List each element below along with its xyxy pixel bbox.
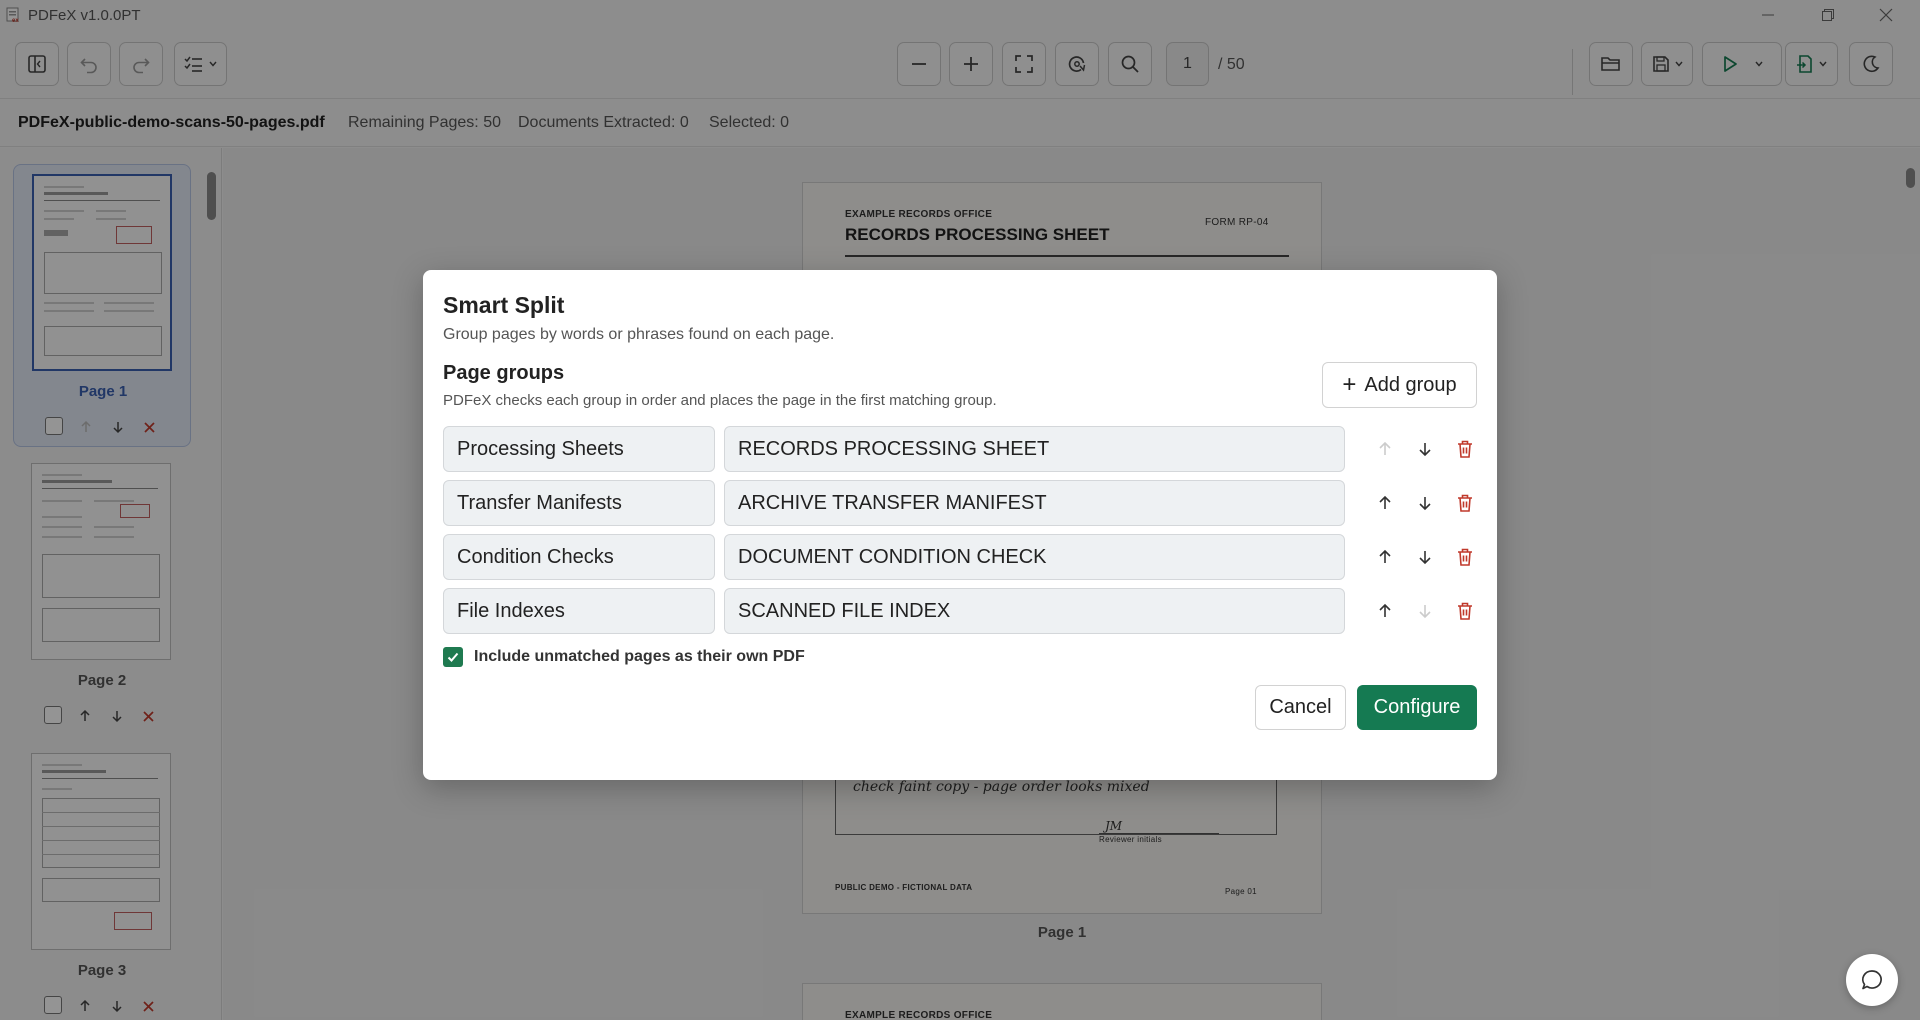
- add-group-label: Add group: [1364, 373, 1457, 396]
- trash-icon: [1458, 494, 1472, 512]
- arrow-up-icon: [1379, 441, 1391, 455]
- page-groups-heading: Page groups: [443, 362, 565, 384]
- arrow-down-icon: [1419, 443, 1431, 457]
- delete-group-button[interactable]: [1453, 437, 1477, 461]
- arrow-down-icon: [1419, 605, 1431, 619]
- include-unmatched-option[interactable]: Include unmatched pages as their own PDF: [443, 647, 805, 667]
- move-group-down-button[interactable]: [1413, 437, 1437, 461]
- chat-bubble-icon: [1861, 970, 1882, 990]
- plus-icon: +: [1342, 371, 1357, 398]
- include-unmatched-checkbox[interactable]: [443, 647, 463, 667]
- page-groups-description: PDFeX checks each group in order and pla…: [443, 392, 997, 409]
- arrow-up-icon: [1379, 495, 1391, 509]
- group-name-input[interactable]: Condition Checks: [443, 534, 715, 580]
- group-phrase-input[interactable]: SCANNED FILE INDEX: [724, 588, 1345, 634]
- move-group-up-button[interactable]: [1373, 491, 1397, 515]
- dialog-subtitle: Group pages by words or phrases found on…: [443, 326, 835, 343]
- delete-group-button[interactable]: [1453, 491, 1477, 515]
- dialog-title: Smart Split: [443, 292, 565, 318]
- group-phrase-input[interactable]: RECORDS PROCESSING SHEET: [724, 426, 1345, 472]
- move-group-down-button[interactable]: [1413, 545, 1437, 569]
- add-group-button[interactable]: + Add group: [1322, 362, 1477, 408]
- move-group-down-button[interactable]: [1413, 599, 1437, 623]
- arrow-up-icon: [1379, 549, 1391, 563]
- checkmark-icon: [447, 652, 459, 662]
- delete-group-button[interactable]: [1453, 599, 1477, 623]
- group-row: Transfer Manifests ARCHIVE TRANSFER MANI…: [443, 480, 1483, 526]
- cancel-button[interactable]: Cancel: [1255, 685, 1346, 730]
- trash-icon: [1458, 602, 1472, 620]
- group-row: Processing Sheets RECORDS PROCESSING SHE…: [443, 426, 1483, 472]
- trash-icon: [1458, 548, 1472, 566]
- configure-button[interactable]: Configure: [1357, 685, 1477, 730]
- move-group-up-button[interactable]: [1373, 599, 1397, 623]
- arrow-down-icon: [1419, 551, 1431, 565]
- trash-icon: [1458, 440, 1472, 458]
- move-group-down-button[interactable]: [1413, 491, 1437, 515]
- smart-split-dialog: Smart Split Group pages by words or phra…: [423, 270, 1497, 780]
- move-group-up-button[interactable]: [1373, 545, 1397, 569]
- group-name-input[interactable]: Transfer Manifests: [443, 480, 715, 526]
- group-row: Condition Checks DOCUMENT CONDITION CHEC…: [443, 534, 1483, 580]
- group-name-input[interactable]: File Indexes: [443, 588, 715, 634]
- group-phrase-input[interactable]: DOCUMENT CONDITION CHECK: [724, 534, 1345, 580]
- arrow-up-icon: [1379, 603, 1391, 617]
- arrow-down-icon: [1419, 497, 1431, 511]
- group-row: File Indexes SCANNED FILE INDEX: [443, 588, 1483, 634]
- group-name-input[interactable]: Processing Sheets: [443, 426, 715, 472]
- include-unmatched-label: Include unmatched pages as their own PDF: [474, 648, 805, 665]
- delete-group-button[interactable]: [1453, 545, 1477, 569]
- move-group-up-button[interactable]: [1373, 437, 1397, 461]
- group-phrase-input[interactable]: ARCHIVE TRANSFER MANIFEST: [724, 480, 1345, 526]
- chat-button[interactable]: [1846, 954, 1898, 1006]
